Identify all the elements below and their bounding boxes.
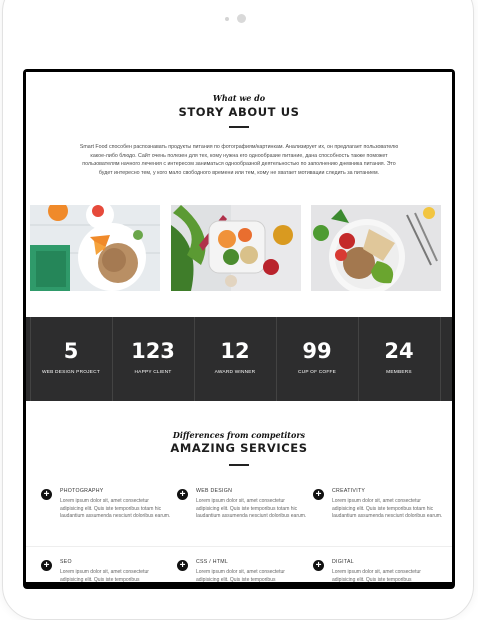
service-title: PHOTOGRAPHY <box>60 488 104 494</box>
service-description: Lorem ipsum dolor sit, amet consectetur … <box>332 569 421 582</box>
services-section-heading: Differences from competitors AMAZING SER… <box>26 430 452 466</box>
services-title-underline <box>229 464 249 466</box>
story-paragraph: Smart Food способен распознавать продукт… <box>79 144 399 176</box>
stat-number: 12 <box>220 339 250 363</box>
story-title: STORY ABOUT US <box>178 105 300 119</box>
plus-circle-icon: + <box>177 560 188 571</box>
service-digital: + DIGITAL Lorem ipsum dolor sit, amet co… <box>313 559 433 582</box>
service-css-html: + CSS / HTML Lorem ipsum dolor sit, amet… <box>177 559 297 582</box>
stat-label: WEB DESIGN PROJECT <box>42 370 100 375</box>
stat-number: 24 <box>384 339 414 363</box>
plus-circle-icon: + <box>177 489 188 500</box>
service-seo: + SEO Lorem ipsum dolor sit, amet consec… <box>41 559 161 582</box>
service-title: DIGITAL <box>332 559 354 565</box>
stat-award-winner: 12 AWARD WINNER <box>194 317 275 401</box>
sensor-dot <box>225 17 229 21</box>
stat-label: CUP OF COFFE <box>297 370 337 375</box>
food-photo-1 <box>30 205 160 291</box>
service-title: SEO <box>60 559 72 565</box>
stat-number: 99 <box>302 339 332 363</box>
services-script-title: Differences from competitors <box>172 430 306 440</box>
camera-icon <box>237 14 246 23</box>
stat-label: AWARD WINNER <box>214 370 256 375</box>
service-description: Lorem ipsum dolor sit, amet consectetur … <box>60 498 171 519</box>
stat-web-design: 5 WEB DESIGN PROJECT <box>30 317 111 401</box>
service-creativity: + CREATIVITY Lorem ipsum dolor sit, amet… <box>313 488 442 528</box>
stat-label: HAPPY CLIENT <box>134 370 172 375</box>
stat-happy-client: 123 HAPPY CLIENT <box>112 317 193 401</box>
service-description: Lorem ipsum dolor sit, amet consectetur … <box>332 498 443 519</box>
stat-members: 24 MEMBERS <box>358 317 439 401</box>
service-title: WEB DESIGN <box>196 488 233 494</box>
stat-label: MEMBERS <box>386 370 412 375</box>
story-section: What we do STORY ABOUT US Smart Food спо… <box>26 93 452 177</box>
service-description: Lorem ipsum dolor sit, amet consectetur … <box>196 498 307 519</box>
story-script-title: What we do <box>212 93 266 103</box>
stat-number: 5 <box>63 339 79 363</box>
services-title: AMAZING SERVICES <box>170 441 308 455</box>
service-title: CREATIVITY <box>332 488 366 494</box>
service-photography: + PHOTOGRAPHY Lorem ipsum dolor sit, ame… <box>41 488 170 528</box>
plus-circle-icon: + <box>41 560 52 571</box>
web-page: What we do STORY ABOUT US Smart Food спо… <box>26 72 452 582</box>
story-title-underline <box>229 126 249 128</box>
food-photo-3 <box>311 205 441 291</box>
stat-cup-of-coffe: 99 CUP OF COFFE <box>276 317 357 401</box>
plus-circle-icon: + <box>313 489 324 500</box>
plus-circle-icon: + <box>313 560 324 571</box>
stat-divider <box>440 317 452 401</box>
stats-bar: 5 WEB DESIGN PROJECT 123 HAPPY CLIENT 12… <box>26 317 452 401</box>
service-description: Lorem ipsum dolor sit, amet consectetur … <box>196 569 285 582</box>
service-web-design: + WEB DESIGN Lorem ipsum dolor sit, amet… <box>177 488 306 528</box>
food-photo-2 <box>171 205 301 291</box>
stat-number: 123 <box>131 339 175 363</box>
services-divider <box>26 546 452 547</box>
service-description: Lorem ipsum dolor sit, amet consectetur … <box>60 569 149 582</box>
service-title: CSS / HTML <box>196 559 229 565</box>
plus-circle-icon: + <box>41 489 52 500</box>
